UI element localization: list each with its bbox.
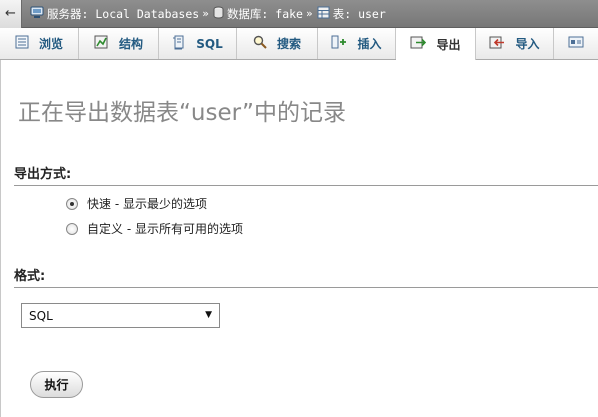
tab-browse-label: 浏览: [38, 37, 63, 51]
tab-more[interactable]: [554, 28, 598, 59]
tab-search-label: 搜索: [276, 37, 301, 51]
format-select-value: SQL: [29, 308, 53, 323]
tab-structure-label: 结构: [118, 37, 143, 51]
tab-import[interactable]: 导入: [476, 28, 554, 59]
breadcrumb-database-label: 数据库: fake: [226, 6, 303, 21]
format-select[interactable]: SQL ▼: [21, 303, 220, 328]
export-custom-option[interactable]: 自定义 - 显示所有可用的选项: [66, 220, 243, 237]
sql-icon: [172, 35, 186, 53]
breadcrumb-database[interactable]: 数据库: fake »: [209, 6, 313, 22]
table-icon: [317, 6, 330, 22]
breadcrumb-table-label: 表: user: [332, 6, 386, 21]
execute-button[interactable]: 执行: [30, 371, 83, 398]
tab-browse[interactable]: 浏览: [0, 28, 79, 59]
export-method-heading: 导出方式:: [14, 163, 598, 186]
tab-bar: 浏览 结构 SQL 搜索 插入 导出 导入: [0, 28, 598, 60]
breadcrumb-server-label: 服务器: Local Databases: [47, 6, 200, 21]
more-icon: [568, 36, 584, 51]
structure-icon: [94, 35, 109, 52]
radio-quick[interactable]: [66, 197, 78, 210]
tab-search[interactable]: 搜索: [237, 28, 318, 59]
search-icon: [253, 35, 267, 52]
export-custom-label: 自定义 - 显示所有可用的选项: [87, 222, 243, 236]
tab-export-label: 导出: [436, 37, 461, 52]
tab-sql-label: SQL: [196, 36, 223, 51]
insert-icon: [331, 35, 347, 52]
back-icon[interactable]: ←: [0, 0, 22, 28]
tab-export[interactable]: 导出: [396, 28, 476, 60]
breadcrumb-server[interactable]: 服务器: Local Databases »: [22, 6, 209, 22]
breadcrumb-separator: »: [202, 7, 209, 20]
breadcrumb-separator: »: [305, 7, 313, 20]
content-border: [0, 60, 1, 417]
format-heading: 格式:: [14, 265, 598, 288]
export-quick-label: 快速 - 显示最少的选项: [87, 197, 207, 211]
tab-insert[interactable]: 插入: [318, 28, 396, 59]
tab-sql[interactable]: SQL: [159, 28, 237, 59]
import-icon: [489, 36, 505, 52]
radio-custom[interactable]: [66, 222, 78, 235]
tab-structure[interactable]: 结构: [79, 28, 159, 59]
page-title: 正在导出数据表“user”中的记录: [18, 100, 346, 126]
browse-icon: [15, 35, 29, 52]
breadcrumb: ← 服务器: Local Databases » 数据库: fake » 表: …: [0, 0, 598, 28]
tab-import-label: 导入: [515, 37, 540, 51]
database-icon: [213, 6, 224, 22]
breadcrumb-table[interactable]: 表: user: [313, 6, 386, 22]
export-icon: [410, 36, 427, 52]
tab-insert-label: 插入: [357, 37, 382, 51]
chevron-down-icon: ▼: [205, 310, 212, 320]
export-quick-option[interactable]: 快速 - 显示最少的选项: [66, 195, 207, 212]
server-icon: [30, 6, 44, 22]
